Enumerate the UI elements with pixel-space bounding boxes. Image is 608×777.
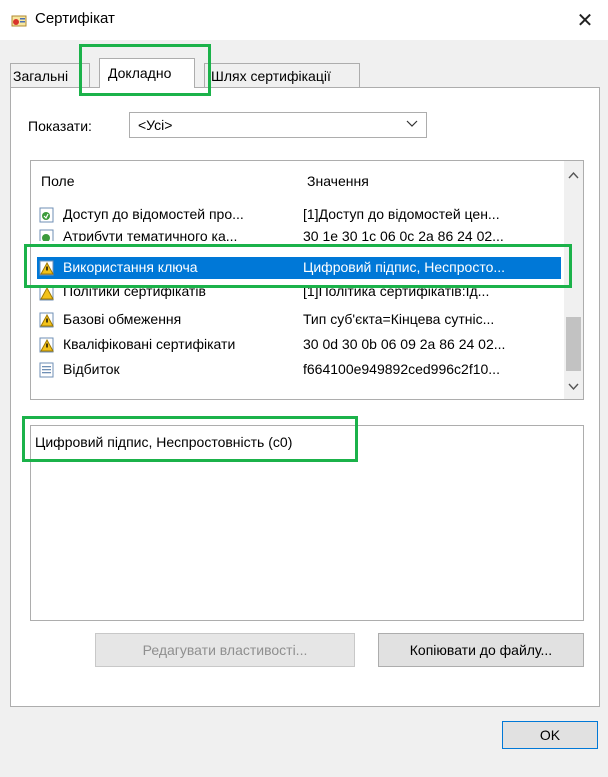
list-item[interactable]: Доступ до відомостей про... [1]Доступ до… (37, 204, 561, 226)
edit-properties-button[interactable]: Редагувати властивості... (95, 633, 355, 667)
row-field: Кваліфіковані сертифікати (63, 336, 236, 352)
row-value: 30 0d 30 0b 06 09 2a 86 24 02... (303, 336, 506, 352)
row-field: Базові обмеження (63, 311, 182, 327)
row-value: Цифровий підпис, Неспросто... (303, 259, 506, 275)
fields-list[interactable]: Поле Значення Доступ до відомостей про..… (30, 160, 584, 400)
list-item[interactable]: Базові обмеження Тип суб'єкта=Кінцева су… (37, 309, 561, 331)
column-header-value[interactable]: Значення (307, 173, 369, 189)
certificate-icon (11, 15, 27, 27)
row-field: Атрибути тематичного ка... (63, 228, 238, 241)
list-item-selected[interactable]: Використання ключа Цифровий підпис, Несп… (37, 257, 561, 279)
show-label: Показати: (28, 118, 92, 134)
list-item[interactable]: Атрибути тематичного ка... 30 1e 30 1c 0… (37, 226, 561, 241)
close-icon: ✕ (576, 9, 594, 32)
critical-extension-icon (39, 312, 54, 328)
cert-field-icon (39, 229, 54, 241)
show-selected-value: <Усі> (138, 117, 173, 133)
critical-extension-icon (39, 260, 54, 276)
tab-bar: Загальні Докладно Шлях сертифікації (0, 54, 608, 88)
copy-to-file-button[interactable]: Копіювати до файлу... (378, 633, 584, 667)
chevron-down-icon (406, 120, 418, 127)
row-field: Відбиток (63, 361, 120, 377)
scroll-down-icon[interactable] (564, 375, 583, 399)
tab-certification-path[interactable]: Шлях сертифікації (204, 63, 360, 87)
list-item[interactable]: Відбиток f664100e949892ced996c2f10... (37, 359, 561, 381)
list-item[interactable]: Політики сертифікатів [1]Політика сертиф… (37, 285, 561, 303)
tab-details[interactable]: Докладно (99, 58, 195, 88)
value-detail-text: Цифровий підпис, Неспростовність (c0) (35, 434, 293, 450)
row-field: Використання ключа (63, 259, 198, 275)
row-field: Політики сертифікатів (63, 285, 206, 299)
list-item[interactable]: Кваліфіковані сертифікати 30 0d 30 0b 06… (37, 334, 561, 356)
row-field: Доступ до відомостей про... (63, 206, 244, 222)
critical-extension-icon (39, 285, 54, 301)
window-title: Сертифікат (35, 10, 115, 27)
value-detail-box[interactable]: Цифровий підпис, Неспростовність (c0) (30, 425, 584, 621)
title-bar: Сертифікат ✕ (0, 0, 608, 40)
row-value: f664100e949892ced996c2f10... (303, 361, 500, 377)
row-value: 30 1e 30 1c 06 0c 2a 86 24 02... (303, 228, 504, 241)
row-value: Тип суб'єкта=Кінцева сутніс... (303, 311, 495, 327)
column-header-field[interactable]: Поле (41, 173, 75, 189)
row-value: [1]Політика сертифікатів:Ід... (303, 285, 490, 299)
thumbprint-icon (39, 362, 54, 378)
close-button[interactable]: ✕ (562, 0, 608, 40)
critical-extension-icon (39, 337, 54, 353)
cert-field-icon (39, 207, 54, 223)
scrollbar-thumb[interactable] (566, 317, 581, 371)
ok-button[interactable]: OK (502, 721, 598, 749)
scroll-up-icon[interactable] (564, 161, 583, 189)
vertical-scrollbar[interactable] (564, 161, 583, 399)
show-select[interactable]: <Усі> (129, 112, 427, 138)
row-value: [1]Доступ до відомостей цен... (303, 206, 500, 222)
tab-general[interactable]: Загальні (10, 63, 90, 87)
